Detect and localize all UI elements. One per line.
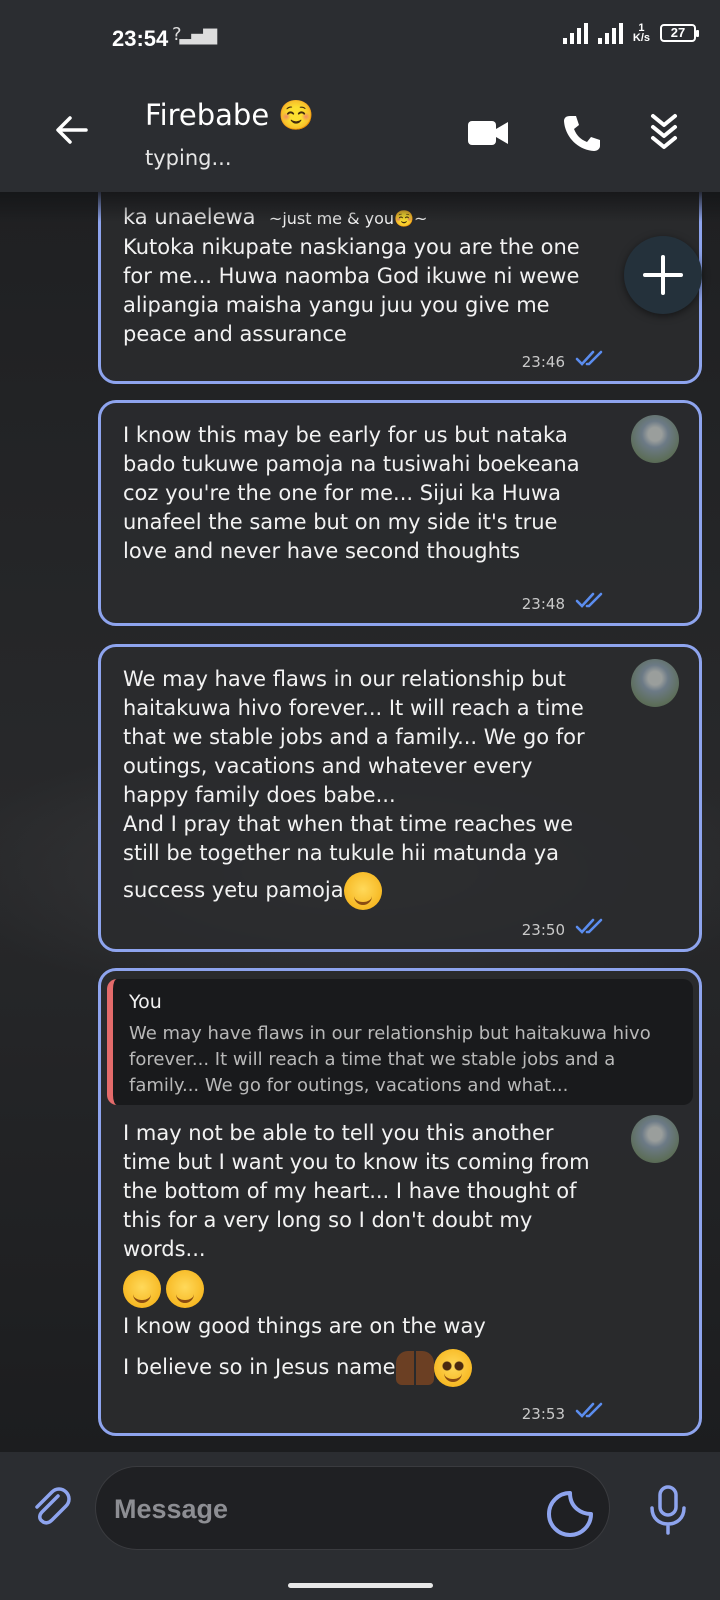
- chat-area[interactable]: ka unaelewa ~just me & you☺️~ Kutoka nik…: [0, 192, 720, 1452]
- message-last-line: success yetu pamoja: [123, 878, 344, 902]
- home-indicator[interactable]: [288, 1583, 433, 1588]
- message-text-last: success yetu pamoja: [123, 872, 603, 910]
- message-text: I know this may be early for us but nata…: [123, 423, 580, 563]
- message-line: I believe so in Jesus name: [123, 1355, 396, 1379]
- message-line-last: I believe so in Jesus name: [123, 1349, 603, 1387]
- contact-status: typing...: [145, 146, 232, 170]
- add-fab-button[interactable]: [624, 236, 702, 314]
- message-text: ka unaelewa ~just me & you☺️~ Kutoka nik…: [123, 203, 603, 349]
- paperclip-icon[interactable]: [26, 1482, 74, 1530]
- message-text: I may not be able to tell you this anoth…: [123, 1121, 590, 1261]
- signal-strength-icon: [597, 22, 623, 44]
- avatar[interactable]: [631, 415, 679, 463]
- message-time: 23:50: [521, 921, 565, 939]
- relieved-face-icon: [123, 1270, 161, 1308]
- double-check-icon: [575, 918, 603, 934]
- phone-icon[interactable]: [558, 110, 604, 156]
- status-bar: 23:54 ?▂▄▆ 1 K/s 27: [0, 0, 720, 80]
- message-text: We may have flaws in our relationship bu…: [123, 667, 585, 865]
- reply-quote[interactable]: You We may have flaws in our relationshi…: [107, 979, 693, 1105]
- message-input[interactable]: [114, 1487, 514, 1531]
- double-check-icon: [575, 1402, 603, 1418]
- back-arrow-icon[interactable]: [50, 108, 94, 152]
- message-composer: [0, 1452, 720, 1600]
- signal-3g-icon: [562, 22, 588, 44]
- relieved-face-icon: [343, 872, 382, 910]
- avatar[interactable]: [631, 1115, 679, 1163]
- sticker-icon[interactable]: [546, 1490, 594, 1538]
- status-time: 23:54: [112, 26, 169, 51]
- battery-icon: 27: [660, 24, 699, 42]
- quote-text: We may have flaws in our relationship bu…: [129, 1023, 651, 1096]
- chevrons-down-icon[interactable]: [641, 110, 687, 156]
- relieved-face-icon: [166, 1270, 205, 1308]
- message-bubble[interactable]: You We may have flaws in our relationshi…: [98, 968, 702, 1436]
- message-bubble[interactable]: We may have flaws in our relationship bu…: [98, 644, 702, 952]
- microphone-icon[interactable]: [646, 1484, 690, 1536]
- plus-icon: [643, 255, 683, 295]
- chat-header: Firebabe ☺️ typing...: [0, 80, 720, 192]
- message-bubble[interactable]: I know this may be early for us but nata…: [98, 400, 702, 626]
- message-time: 23:46: [521, 353, 565, 371]
- message-line: I know good things are on the way: [123, 1314, 486, 1338]
- status-right-group: 1 K/s 27: [562, 22, 699, 44]
- avatar[interactable]: [631, 659, 679, 707]
- pleading-face-icon: [433, 1349, 472, 1387]
- message-body: Kutoka nikupate naskianga you are the on…: [123, 235, 580, 346]
- contact-name[interactable]: Firebabe ☺️: [145, 98, 315, 133]
- scroll-fade: [0, 192, 720, 222]
- message-time: 23:48: [521, 595, 565, 613]
- emoji-row: [123, 1270, 679, 1308]
- signal-unknown-icon: ?▂▄▆: [172, 24, 217, 45]
- double-check-icon: [575, 350, 603, 366]
- message-time: 23:53: [521, 1405, 565, 1423]
- double-check-icon: [575, 592, 603, 608]
- folded-hands-icon: [395, 1351, 434, 1385]
- video-call-icon[interactable]: [466, 110, 512, 156]
- message-input-container[interactable]: [95, 1466, 610, 1550]
- net-speed: 1 K/s: [632, 22, 650, 44]
- quote-author: You: [129, 991, 162, 1013]
